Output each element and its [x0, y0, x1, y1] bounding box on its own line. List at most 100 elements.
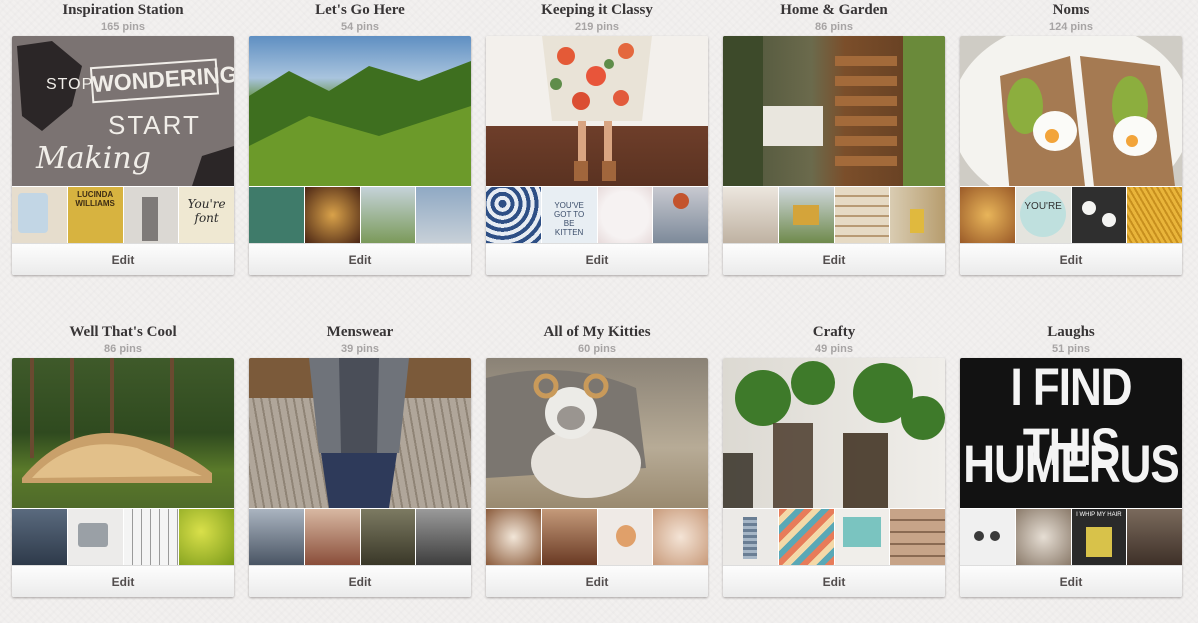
thumbnail[interactable]	[249, 509, 305, 565]
thumbnail[interactable]	[123, 509, 180, 565]
board-header: Menswear 39 pins	[249, 322, 471, 358]
thumbnail[interactable]	[486, 509, 542, 565]
board-header: Noms 124 pins	[960, 0, 1182, 36]
thumbnail-text: YOU'RE	[1024, 201, 1062, 212]
board-title[interactable]: Inspiration Station	[12, 0, 234, 20]
board-cover-image[interactable]	[486, 36, 708, 186]
board-card[interactable]: Edit	[249, 358, 471, 597]
thumbnail[interactable]	[778, 187, 835, 243]
thumbnail[interactable]: YOU'RE	[1015, 187, 1072, 243]
cover-art	[723, 361, 945, 508]
board-card[interactable]: Edit	[486, 358, 708, 597]
pin-count: 86 pins	[815, 21, 853, 33]
thumbnail[interactable]	[486, 187, 542, 243]
edit-button[interactable]: Edit	[249, 565, 471, 597]
board-card[interactable]: YOU'VE GOT TO BE KITTEN Edit	[486, 36, 708, 275]
edit-button[interactable]: Edit	[960, 565, 1182, 597]
thumbnail[interactable]	[834, 509, 891, 565]
thumbnail[interactable]	[1015, 509, 1072, 565]
board-cover-image[interactable]	[723, 36, 945, 186]
board-cover-image[interactable]	[12, 358, 234, 508]
thumbnail[interactable]	[360, 187, 417, 243]
thumbnail[interactable]	[890, 509, 945, 565]
edit-button[interactable]: Edit	[249, 243, 471, 275]
thumbnail[interactable]	[834, 187, 891, 243]
pin-count: 219 pins	[574, 21, 620, 33]
board-cover-image[interactable]: I FIND THIS HUMERUS	[960, 358, 1182, 508]
board-title[interactable]: Noms	[960, 0, 1182, 20]
board-title[interactable]: Keeping it Classy	[486, 0, 708, 20]
thumbnail[interactable]: I WHIP MY HAIR	[1071, 509, 1128, 565]
thumbnail[interactable]	[723, 509, 779, 565]
board-header: Crafty 49 pins	[723, 322, 945, 358]
thumbnail[interactable]	[778, 509, 835, 565]
thumbnail-strip	[249, 186, 471, 243]
board-title[interactable]: Let's Go Here	[249, 0, 471, 20]
board-header: Inspiration Station 165 pins	[12, 0, 234, 36]
board-cover-image[interactable]	[723, 358, 945, 508]
thumbnail[interactable]	[1071, 187, 1128, 243]
board-card[interactable]: Edit	[723, 36, 945, 275]
board-inspiration-station: Inspiration Station 165 pins STOP WONDER…	[12, 0, 234, 275]
thumbnail[interactable]	[12, 509, 68, 565]
thumbnail[interactable]	[304, 187, 361, 243]
thumbnail-strip	[12, 508, 234, 565]
cover-art	[723, 36, 945, 186]
cover-art	[22, 358, 212, 483]
thumbnail[interactable]	[304, 509, 361, 565]
board-card[interactable]: Edit	[723, 358, 945, 597]
thumbnail[interactable]	[653, 187, 708, 243]
cover-word-1: STOP	[46, 76, 94, 93]
thumbnail[interactable]	[1127, 187, 1182, 243]
thumbnail[interactable]	[960, 509, 1016, 565]
thumbnail-strip: YOU'RE	[960, 186, 1182, 243]
board-cover-image[interactable]: STOP WONDERING START Making	[12, 36, 234, 186]
board-title[interactable]: Crafty	[723, 322, 945, 342]
thumbnail[interactable]	[597, 509, 654, 565]
thumbnail[interactable]: You're font	[179, 187, 234, 243]
thumbnail[interactable]	[541, 509, 598, 565]
edit-button[interactable]: Edit	[486, 565, 708, 597]
thumbnail[interactable]	[597, 187, 654, 243]
thumbnail[interactable]	[416, 187, 471, 243]
board-card[interactable]: STOP WONDERING START Making LUCINDA WILL…	[12, 36, 234, 275]
thumbnail[interactable]	[67, 509, 124, 565]
edit-button[interactable]: Edit	[12, 243, 234, 275]
board-cover-image[interactable]	[249, 358, 471, 508]
board-cover-image[interactable]	[960, 36, 1182, 186]
board-card[interactable]: YOU'RE Edit	[960, 36, 1182, 275]
thumbnail[interactable]	[723, 187, 779, 243]
board-title[interactable]: Laughs	[960, 322, 1182, 342]
board-title[interactable]: Menswear	[249, 322, 471, 342]
thumbnail[interactable]: YOU'VE GOT TO BE KITTEN	[541, 187, 598, 243]
edit-button[interactable]: Edit	[12, 565, 234, 597]
thumbnail[interactable]	[123, 187, 180, 243]
thumbnail[interactable]	[12, 187, 68, 243]
board-card[interactable]: Edit	[12, 358, 234, 597]
cover-art	[960, 36, 1182, 186]
edit-button[interactable]: Edit	[723, 565, 945, 597]
board-card[interactable]: I FIND THIS HUMERUS I WHIP MY HAIR Edit	[960, 358, 1182, 597]
thumbnail[interactable]	[249, 187, 305, 243]
board-title[interactable]: All of My Kitties	[486, 322, 708, 342]
board-keeping-it-classy: Keeping it Classy 219 pins YOU'VE GOT TO…	[486, 0, 708, 275]
thumbnail-strip: LUCINDA WILLIAMS You're font	[12, 186, 234, 243]
thumbnail[interactable]	[890, 187, 945, 243]
thumbnail[interactable]	[653, 509, 708, 565]
pin-count: 86 pins	[104, 343, 142, 355]
thumbnail[interactable]	[360, 509, 417, 565]
thumbnail[interactable]	[960, 187, 1016, 243]
board-cover-image[interactable]	[249, 36, 471, 186]
board-title[interactable]: Home & Garden	[723, 0, 945, 20]
thumbnail[interactable]: LUCINDA WILLIAMS	[67, 187, 124, 243]
board-title[interactable]: Well That's Cool	[12, 322, 234, 342]
edit-button[interactable]: Edit	[960, 243, 1182, 275]
edit-button[interactable]: Edit	[723, 243, 945, 275]
edit-button[interactable]: Edit	[486, 243, 708, 275]
thumbnail-strip	[723, 186, 945, 243]
thumbnail[interactable]	[1127, 509, 1182, 565]
board-card[interactable]: Edit	[249, 36, 471, 275]
board-cover-image[interactable]	[486, 358, 708, 508]
thumbnail[interactable]	[416, 509, 471, 565]
thumbnail[interactable]	[179, 509, 234, 565]
